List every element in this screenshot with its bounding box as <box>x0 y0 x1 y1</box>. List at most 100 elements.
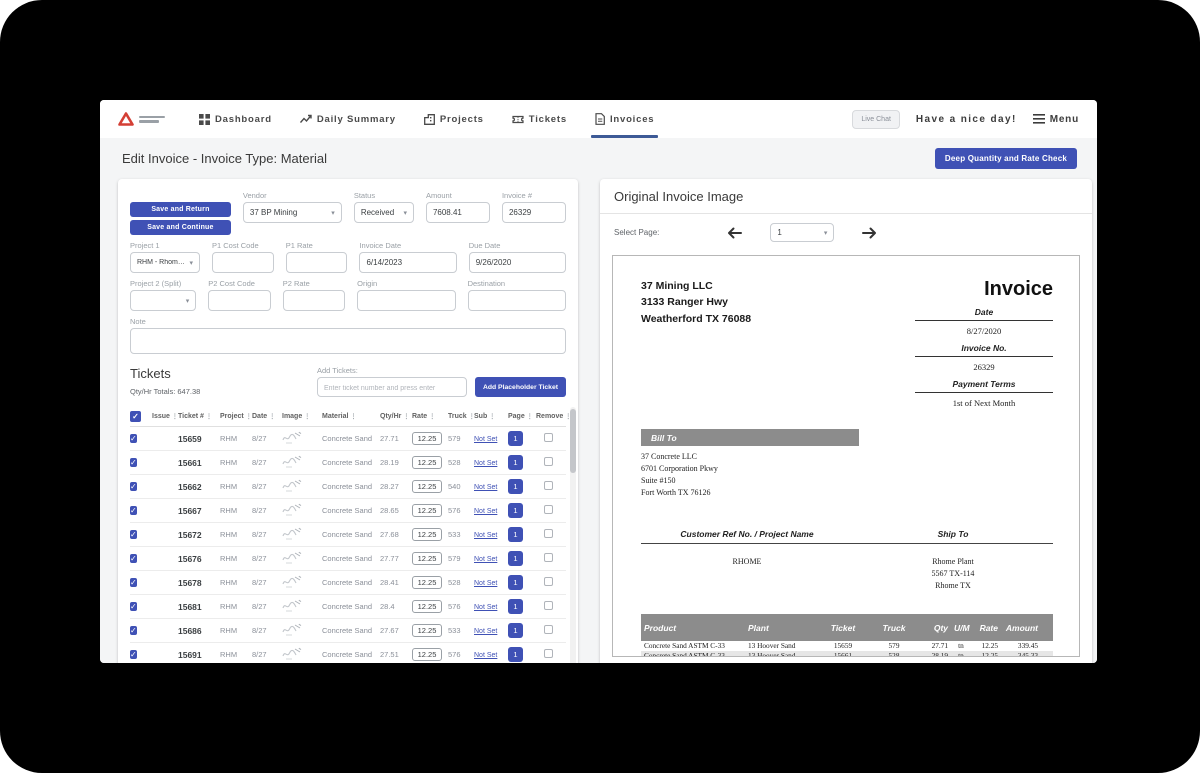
ticket-image-thumbnail[interactable] <box>282 455 322 470</box>
add-placeholder-ticket-button[interactable]: Add Placeholder Ticket <box>475 377 566 397</box>
nav-item-invoices[interactable]: Invoices <box>595 100 654 138</box>
ticket-image-thumbnail[interactable] <box>282 479 322 494</box>
ticket-page-button[interactable]: 1 <box>508 479 523 494</box>
ticket-image-thumbnail[interactable] <box>282 599 322 614</box>
ticket-checkbox[interactable]: ✓ <box>130 554 137 563</box>
ticket-image-thumbnail[interactable] <box>282 431 322 446</box>
column-header-qty-hr[interactable]: Qty/Hr⋮ <box>380 413 412 420</box>
amount-input[interactable] <box>433 208 483 217</box>
ticket-image-thumbnail[interactable] <box>282 575 322 590</box>
ticket-page-button[interactable]: 1 <box>508 527 523 542</box>
column-header-project[interactable]: Project⋮ <box>220 413 252 420</box>
live-chat-button[interactable]: Live Chat <box>852 110 900 129</box>
add-ticket-input[interactable] <box>324 383 460 392</box>
remove-checkbox[interactable] <box>544 529 553 538</box>
sub-not-set-link[interactable]: Not Set <box>474 460 497 467</box>
select-all-checkbox[interactable]: ✓ <box>130 411 141 422</box>
nav-item-tickets[interactable]: Tickets <box>512 100 567 138</box>
ticket-rate-input[interactable] <box>412 480 442 493</box>
column-menu-icon[interactable]: ⋮ <box>489 413 495 420</box>
column-menu-icon[interactable]: ⋮ <box>350 413 356 420</box>
ticket-checkbox[interactable]: ✓ <box>130 482 137 491</box>
origin-input[interactable] <box>364 296 448 305</box>
ticket-checkbox[interactable]: ✓ <box>130 530 137 539</box>
ticket-rate-input[interactable] <box>412 600 442 613</box>
remove-checkbox[interactable] <box>544 625 553 634</box>
column-menu-icon[interactable]: ⋮ <box>269 413 275 420</box>
ticket-image-thumbnail[interactable] <box>282 503 322 518</box>
remove-checkbox[interactable] <box>544 457 553 466</box>
page-number-select[interactable]: 1 ▾ <box>770 223 834 242</box>
ticket-page-button[interactable]: 1 <box>508 455 523 470</box>
ticket-page-button[interactable]: 1 <box>508 575 523 590</box>
ticket-page-button[interactable]: 1 <box>508 647 523 662</box>
deep-quantity-rate-check-button[interactable]: Deep Quantity and Rate Check <box>935 148 1077 169</box>
save-and-return-button[interactable]: Save and Return <box>130 202 231 217</box>
remove-checkbox[interactable] <box>544 553 553 562</box>
column-menu-icon[interactable]: ⋮ <box>172 413 178 420</box>
save-and-continue-button[interactable]: Save and Continue <box>130 220 231 235</box>
column-menu-icon[interactable]: ⋮ <box>206 413 212 420</box>
column-header-date[interactable]: Date⋮ <box>252 413 282 420</box>
ticket-checkbox[interactable]: ✓ <box>130 506 137 515</box>
remove-checkbox[interactable] <box>544 577 553 586</box>
sub-not-set-link[interactable]: Not Set <box>474 580 497 587</box>
ticket-rate-input[interactable] <box>412 528 442 541</box>
remove-checkbox[interactable] <box>544 505 553 514</box>
column-header-rate[interactable]: Rate⋮ <box>412 413 448 420</box>
ticket-page-button[interactable]: 1 <box>508 503 523 518</box>
scrollbar-thumb[interactable] <box>570 409 576 473</box>
ticket-rate-input[interactable] <box>412 456 442 469</box>
sub-not-set-link[interactable]: Not Set <box>474 484 497 491</box>
p2-cost-code-input[interactable] <box>215 296 263 305</box>
column-menu-icon[interactable]: ⋮ <box>246 413 252 420</box>
column-menu-icon[interactable]: ⋮ <box>304 413 310 420</box>
status-select[interactable]: Received ▾ <box>354 202 414 223</box>
menu-button[interactable]: Menu <box>1033 114 1079 125</box>
ticket-image-thumbnail[interactable] <box>282 551 322 566</box>
p1-rate-input[interactable] <box>293 258 341 267</box>
ticket-image-thumbnail[interactable] <box>282 527 322 542</box>
ticket-rate-input[interactable] <box>412 576 442 589</box>
nav-item-dashboard[interactable]: Dashboard <box>199 100 272 138</box>
due-date-input[interactable] <box>476 258 559 267</box>
next-page-button[interactable] <box>860 225 879 241</box>
column-header-sub[interactable]: Sub⋮ <box>474 413 508 420</box>
previous-page-button[interactable] <box>725 225 744 241</box>
project1-select[interactable]: RHM - Rhome Pl ▾ <box>130 252 200 273</box>
vendor-select[interactable]: 37 BP Mining ▾ <box>243 202 342 223</box>
destination-input[interactable] <box>475 296 559 305</box>
sub-not-set-link[interactable]: Not Set <box>474 628 497 635</box>
nav-item-daily-summary[interactable]: Daily Summary <box>300 100 396 138</box>
invoice-number-input[interactable] <box>509 208 559 217</box>
column-header-material[interactable]: Material⋮ <box>322 413 380 420</box>
remove-checkbox[interactable] <box>544 649 553 658</box>
column-header-remove[interactable]: Remove⋮ <box>536 413 560 420</box>
sub-not-set-link[interactable]: Not Set <box>474 436 497 443</box>
ticket-checkbox[interactable]: ✓ <box>130 458 137 467</box>
column-header-ticket-[interactable]: Ticket #⋮ <box>178 413 220 420</box>
ticket-checkbox[interactable]: ✓ <box>130 578 137 587</box>
ticket-rate-input[interactable] <box>412 648 442 661</box>
ticket-rate-input[interactable] <box>412 552 442 565</box>
ticket-checkbox[interactable]: ✓ <box>130 434 137 443</box>
ticket-image-thumbnail[interactable] <box>282 623 322 638</box>
invoice-date-input[interactable] <box>366 258 449 267</box>
project2-select[interactable]: ▾ <box>130 290 196 311</box>
ticket-rate-input[interactable] <box>412 432 442 445</box>
column-menu-icon[interactable]: ⋮ <box>403 413 409 420</box>
ticket-rate-input[interactable] <box>412 624 442 637</box>
sub-not-set-link[interactable]: Not Set <box>474 556 497 563</box>
remove-checkbox[interactable] <box>544 601 553 610</box>
remove-checkbox[interactable] <box>544 481 553 490</box>
ticket-page-button[interactable]: 1 <box>508 623 523 638</box>
column-header-image[interactable]: Image⋮ <box>282 413 322 420</box>
nav-item-projects[interactable]: Projects <box>424 100 484 138</box>
column-header-truck[interactable]: Truck⋮ <box>448 413 474 420</box>
sub-not-set-link[interactable]: Not Set <box>474 532 497 539</box>
ticket-image-thumbnail[interactable] <box>282 647 322 662</box>
column-menu-icon[interactable]: ⋮ <box>429 413 435 420</box>
ticket-page-button[interactable]: 1 <box>508 599 523 614</box>
column-menu-icon[interactable]: ⋮ <box>527 413 533 420</box>
ticket-checkbox[interactable]: ✓ <box>130 626 137 635</box>
